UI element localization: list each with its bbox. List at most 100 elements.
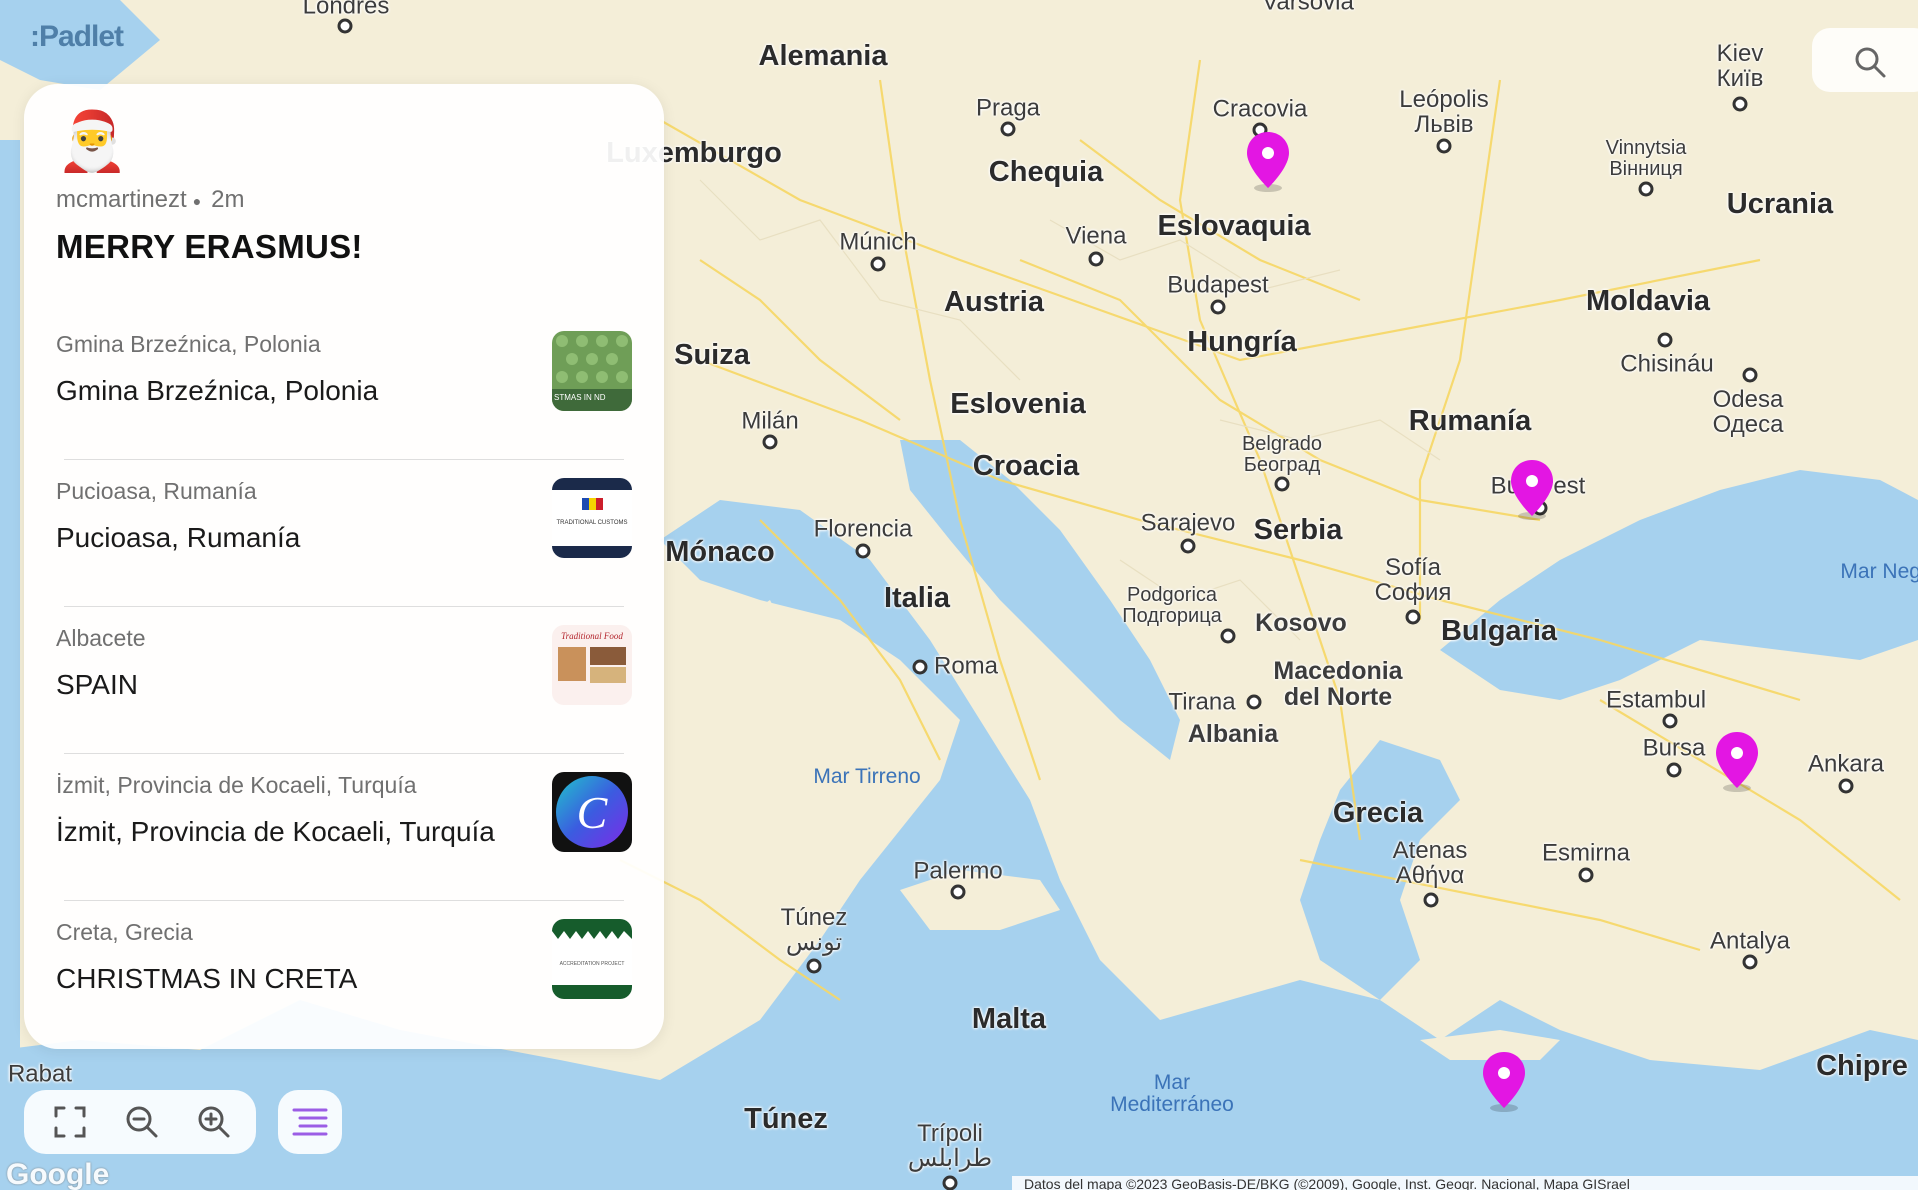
post-meta: mcmartinezt ● 2m: [56, 186, 245, 214]
city-dot: [1732, 96, 1748, 112]
city-dot: [1742, 367, 1758, 383]
meta-separator: ●: [192, 192, 202, 209]
label-palermo: Palermo: [913, 857, 1003, 885]
label-atenas: Atenas Αθήνα: [1392, 836, 1468, 889]
thumb-text: ACCREDITATION PROJECT: [560, 961, 625, 967]
post-panel: 🎅 mcmartinezt ● 2m MERRY ERASMUS! Gmina Br…: [24, 84, 664, 1049]
location-subtitle: Creta, Grecia: [56, 919, 193, 945]
location-title: CHRISTMAS IN CRETA: [56, 963, 358, 994]
map-controls: [24, 1090, 256, 1154]
label-grecia: Grecia: [1332, 796, 1424, 829]
city-dot: [1246, 694, 1262, 710]
search-button[interactable]: [1812, 28, 1918, 92]
label-florencia: Florencia: [813, 515, 913, 543]
city-dot: [1436, 138, 1452, 154]
label-malta: Malta: [971, 1002, 1047, 1035]
map-pin-icon: [1716, 732, 1758, 792]
city-dot: [337, 18, 353, 34]
city-dot: [1180, 538, 1196, 554]
city-dot: [1666, 762, 1682, 778]
location-item-creta[interactable]: Creta, Grecia CHRISTMAS IN CRETA ACCREDI…: [24, 919, 664, 1049]
label-praga: Praga: [975, 94, 1041, 122]
label-milan: Milán: [741, 407, 799, 435]
post-author[interactable]: mcmartinezt: [56, 186, 187, 213]
location-item-rumania[interactable]: Pucioasa, Rumanía Pucioasa, Rumanía TRAD…: [24, 478, 664, 625]
label-eslovaquia: Eslovaquia: [1157, 209, 1311, 242]
label-sofia: Sofía София: [1374, 553, 1452, 606]
location-item-polonia[interactable]: Gmina Brzeźnica, Polonia Gmina Brzeźnica…: [24, 331, 664, 478]
list-divider: [64, 459, 624, 460]
label-rumania: Rumanía: [1408, 404, 1532, 437]
city-dot: [1578, 867, 1594, 883]
location-subtitle: Albacete: [56, 625, 146, 651]
city-dot: [1210, 299, 1226, 315]
label-bursa: Bursa: [1642, 734, 1706, 762]
label-odesa: Odesa Одеса: [1712, 385, 1784, 438]
city-dot: [1838, 778, 1854, 794]
city-dot: [1638, 181, 1654, 197]
label-tripoli: Trípoli طرابلس: [907, 1119, 993, 1172]
map-attribution[interactable]: Datos del mapa ©2023 GeoBasis-DE/BKG (©2…: [1012, 1176, 1918, 1190]
city-dot: [762, 434, 778, 450]
location-subtitle: Gmina Brzeźnica, Polonia: [56, 331, 321, 357]
location-item-turquia[interactable]: İzmit, Provincia de Kocaeli, Turquía İzm…: [24, 772, 664, 919]
location-thumbnail: STMAS IN ND: [552, 331, 632, 411]
label-kosovo: Kosovo: [1255, 608, 1347, 637]
label-viena: Viena: [1065, 222, 1127, 250]
label-rabat: Rabat: [7, 1060, 73, 1088]
city-dot: [1220, 628, 1236, 644]
map-pin-icon: [1247, 132, 1289, 192]
label-chisinau: Chisináu: [1620, 350, 1714, 378]
label-munich: Múnich: [839, 228, 917, 256]
label-macedonia: Macedonia del Norte: [1273, 656, 1403, 711]
location-title: SPAIN: [56, 669, 138, 700]
label-eslovenia: Eslovenia: [950, 387, 1086, 420]
label-londres: Londres: [302, 0, 390, 20]
label-mar-mediterraneo: Mar Mediterráneo: [1110, 1070, 1234, 1116]
post-title: MERRY ERASMUS!: [56, 228, 363, 265]
list-icon: [292, 1108, 328, 1136]
city-dot: [912, 659, 928, 675]
city-dot: [855, 543, 871, 559]
label-moldavia: Moldavia: [1585, 284, 1711, 317]
label-hungria: Hungría: [1187, 325, 1297, 358]
label-tirana: Tirana: [1168, 688, 1236, 716]
label-podgorica: Podgorica Подгорица: [1122, 584, 1222, 627]
label-tunez-city: Túnez تونس: [780, 903, 848, 956]
label-kiev: Kiev Київ: [1716, 39, 1764, 92]
thumb-text: STMAS IN ND: [554, 393, 606, 402]
location-title: İzmit, Provincia de Kocaeli, Turquía: [56, 816, 495, 847]
label-belgrado: Belgrado Београд: [1241, 433, 1323, 476]
city-dot: [950, 884, 966, 900]
label-vinnytsia: Vinnytsia Вінниця: [1605, 137, 1687, 180]
city-dot: [1088, 251, 1104, 267]
city-dot: [1662, 713, 1678, 729]
city-dot: [1405, 609, 1421, 625]
thumbnail-image: Traditional Food: [552, 625, 632, 705]
zoom-out-icon[interactable]: [122, 1102, 162, 1142]
padlet-logo[interactable]: :Padlet: [30, 20, 124, 54]
label-estambul: Estambul: [1605, 686, 1707, 714]
list-toggle-button[interactable]: [278, 1090, 342, 1154]
label-mar-negro: Mar Negro: [1840, 559, 1918, 583]
label-sarajevo: Sarajevo: [1140, 509, 1236, 537]
label-chipre: Chipre: [1816, 1049, 1908, 1082]
label-varsovia: Varsovia: [1262, 0, 1354, 16]
label-austria: Austria: [944, 285, 1044, 318]
label-mar-tirreno: Mar Tirreno: [813, 764, 921, 788]
city-dot: [806, 958, 822, 974]
post-time: 2m: [211, 186, 245, 213]
google-logo: Google: [6, 1158, 110, 1190]
label-ankara: Ankara: [1807, 750, 1885, 778]
location-thumbnail: C: [552, 772, 632, 852]
thumb-text: TRADITIONAL CUSTOMS: [556, 520, 627, 526]
list-divider: [64, 606, 624, 607]
zoom-in-icon[interactable]: [194, 1102, 234, 1142]
fullscreen-icon[interactable]: [50, 1102, 90, 1142]
label-budapest: Budapest: [1167, 271, 1269, 299]
label-suiza: Suiza: [674, 338, 750, 371]
thumbnail-image: STMAS IN ND: [552, 331, 632, 411]
label-monaco: Mónaco: [665, 535, 775, 568]
location-item-spain[interactable]: Albacete SPAIN Traditional Food: [24, 625, 664, 772]
label-croacia: Croacia: [972, 449, 1080, 482]
